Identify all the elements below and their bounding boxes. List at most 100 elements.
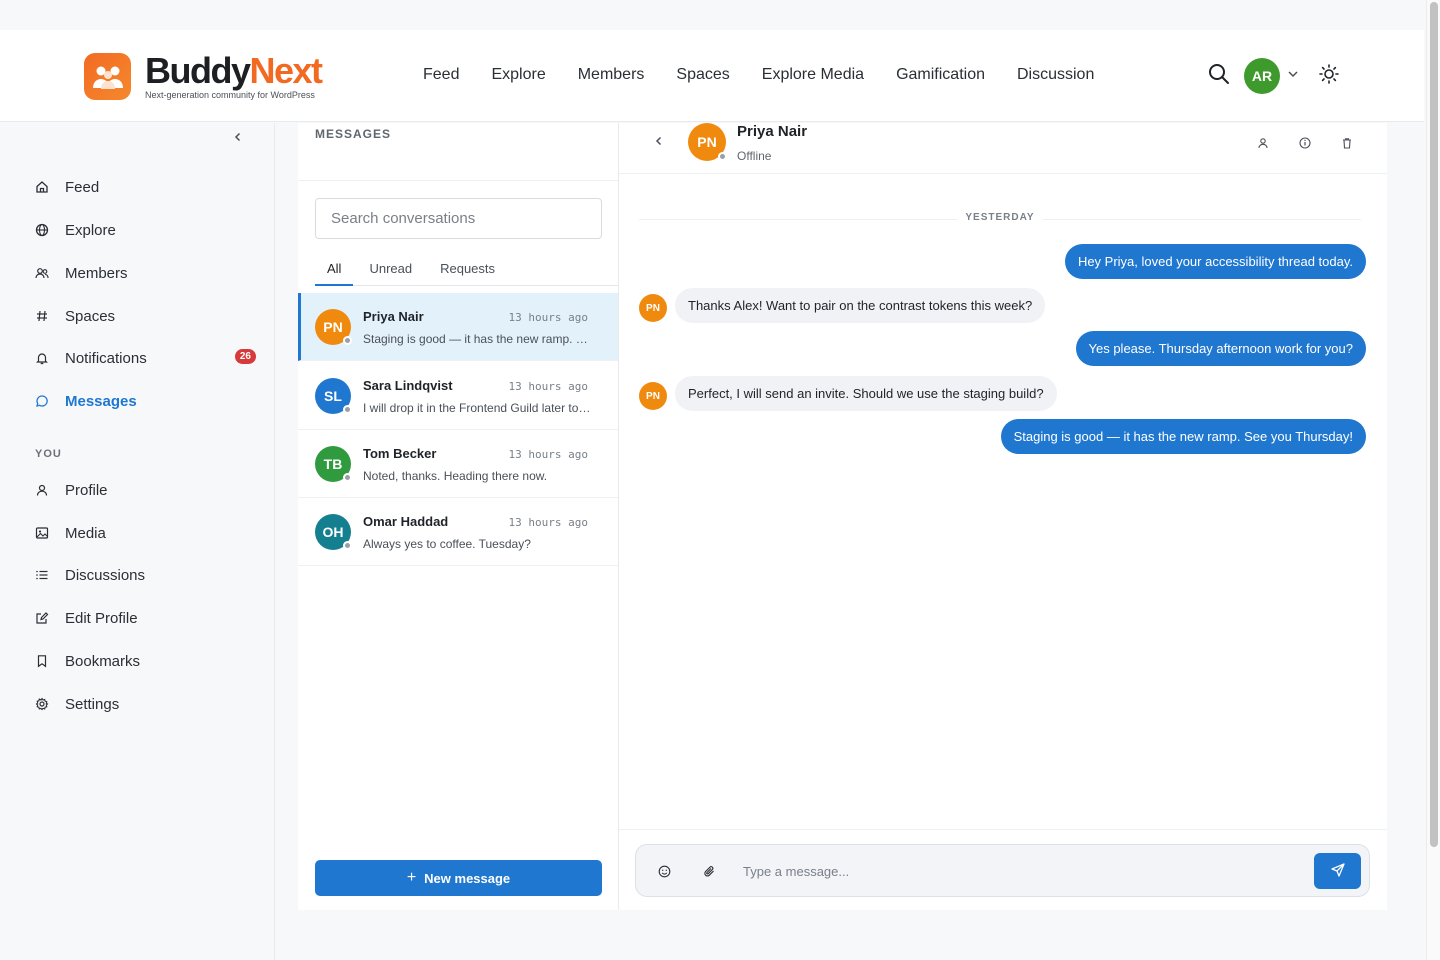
message-bubble-incoming: Perfect, I will send an invite. Should w… (675, 376, 1057, 411)
presence-dot (343, 473, 352, 482)
sidebar-item-spaces[interactable]: Spaces (34, 304, 256, 328)
search-icon[interactable] (1208, 63, 1230, 90)
message-avatar: PN (639, 382, 667, 410)
chevron-down-icon[interactable] (1287, 67, 1299, 85)
bookmark-icon (34, 653, 50, 669)
conversation-snippet: I will drop it in the Frontend Guild lat… (363, 401, 595, 415)
sidebar-item-label: Messages (65, 392, 137, 410)
sidebar-item-members[interactable]: Members (34, 261, 256, 285)
conversation-time: 13 hours ago (508, 516, 588, 529)
tab-requests[interactable]: Requests (428, 253, 507, 286)
nav-spaces[interactable]: Spaces (676, 66, 729, 84)
day-separator-label: YESTERDAY (965, 212, 1035, 223)
delete-icon[interactable] (1339, 135, 1355, 151)
sidebar-item-label: Media (65, 524, 106, 542)
conversation-name: Tom Becker (363, 446, 437, 461)
emoji-icon[interactable] (656, 863, 672, 879)
sidebar-section-you: YOU (35, 448, 62, 460)
new-message-button[interactable]: + New message (315, 860, 602, 896)
back-icon[interactable] (651, 133, 667, 149)
sidebar-item-label: Profile (65, 481, 108, 499)
sidebar-item-label: Bookmarks (65, 652, 141, 670)
nav-gamification[interactable]: Gamification (896, 66, 985, 84)
attachment-icon[interactable] (701, 863, 717, 879)
sidebar-item-notifications[interactable]: Notifications 26 (34, 346, 256, 370)
collapse-sidebar-icon[interactable] (230, 129, 246, 145)
new-message-label: New message (424, 870, 511, 886)
sidebar-item-label: Explore (65, 221, 116, 239)
logo-people-icon (84, 53, 131, 100)
conversation-item[interactable]: TB Tom Becker 13 hours ago Noted, thanks… (298, 430, 618, 498)
conversation-name: Sara Lindqvist (363, 378, 453, 393)
sidebar-item-media[interactable]: Media (34, 521, 256, 545)
presence-dot (343, 336, 352, 345)
sidebar-item-discussions[interactable]: Discussions (34, 563, 256, 587)
nav-feed[interactable]: Feed (423, 66, 459, 84)
notification-count-badge: 26 (234, 349, 256, 364)
sidebar-item-edit-profile[interactable]: Edit Profile (34, 606, 256, 630)
sidebar-item-label: Feed (65, 178, 100, 196)
nav-explore[interactable]: Explore (491, 66, 545, 84)
users-icon (34, 265, 50, 281)
user-avatar[interactable]: AR (1244, 58, 1280, 94)
avatar: TB (315, 446, 352, 482)
message-composer (635, 844, 1370, 897)
messages-title: MESSAGES (315, 127, 392, 141)
sidebar-item-label: Notifications (65, 349, 147, 367)
avatar: SL (315, 378, 352, 414)
user-icon (34, 482, 50, 498)
sidebar-item-explore[interactable]: Explore (34, 218, 256, 242)
sidebar-item-messages[interactable]: Messages (34, 389, 256, 413)
conversation-item[interactable]: SL Sara Lindqvist 13 hours ago I will dr… (298, 362, 618, 430)
edit-icon (34, 610, 50, 626)
send-icon (1330, 862, 1345, 880)
message-bubble-outgoing: Yes please. Thursday afternoon work for … (1075, 331, 1366, 366)
page-scrollbar[interactable] (1426, 0, 1440, 960)
nav-discussion[interactable]: Discussion (1017, 66, 1094, 84)
sidebar-item-label: Discussions (65, 566, 146, 584)
conversation-snippet: Noted, thanks. Heading there now. (363, 469, 548, 483)
contact-avatar: PN (688, 123, 727, 161)
chat-header: PN Priya Nair Offline (619, 123, 1387, 174)
info-icon[interactable] (1297, 135, 1313, 151)
scrollbar-thumb[interactable] (1430, 2, 1438, 847)
conversation-item[interactable]: OH Omar Haddad 13 hours ago Always yes t… (298, 498, 618, 566)
conversation-snippet: Staging is good — it has the new ramp. S… (363, 332, 595, 346)
chat-icon (34, 393, 50, 409)
search-conversations-input[interactable] (315, 198, 602, 239)
main-nav: Feed Explore Members Spaces Explore Medi… (423, 66, 1094, 84)
plus-icon: + (406, 869, 417, 886)
conversation-item[interactable]: PN Priya Nair 13 hours ago Staging is go… (298, 293, 618, 361)
send-button[interactable] (1314, 853, 1361, 889)
divider (298, 180, 618, 181)
message-bubble-incoming: Thanks Alex! Want to pair on the contras… (675, 288, 1046, 323)
view-profile-icon[interactable] (1255, 135, 1271, 151)
presence-dot (718, 152, 727, 161)
message-input[interactable] (743, 861, 1303, 881)
nav-members[interactable]: Members (578, 66, 645, 84)
nav-explore-media[interactable]: Explore Media (762, 66, 864, 84)
brand-name: BuddyNext (145, 49, 323, 91)
sun-theme-icon[interactable] (1319, 63, 1339, 89)
tab-unread[interactable]: Unread (357, 253, 424, 286)
hash-icon (34, 308, 50, 324)
message-bubble-outgoing: Staging is good — it has the new ramp. S… (1000, 419, 1366, 454)
tab-all[interactable]: All (315, 253, 354, 286)
image-icon (34, 525, 50, 541)
presence-dot (343, 405, 352, 414)
sidebar-item-profile[interactable]: Profile (34, 478, 256, 502)
contact-name[interactable]: Priya Nair (737, 123, 807, 140)
sidebar-item-settings[interactable]: Settings (34, 692, 256, 716)
left-sidebar: Feed Explore Members Spaces Notification… (0, 123, 275, 960)
avatar: OH (315, 514, 352, 550)
list-icon (34, 567, 50, 583)
contact-status: Offline (737, 149, 772, 163)
conversation-list-panel: MESSAGES All Unread Requests PN Priya Na… (298, 123, 619, 910)
avatar: PN (315, 309, 352, 345)
top-bar: BuddyNext Next-generation community for … (0, 30, 1424, 122)
message-bubble-outgoing: Hey Priya, loved your accessibility thre… (1064, 244, 1366, 279)
brand-tagline: Next-generation community for WordPress (145, 89, 315, 100)
sidebar-item-bookmarks[interactable]: Bookmarks (34, 649, 256, 673)
sidebar-item-feed[interactable]: Feed (34, 175, 256, 199)
brand-logo[interactable]: BuddyNext Next-generation community for … (84, 49, 323, 100)
